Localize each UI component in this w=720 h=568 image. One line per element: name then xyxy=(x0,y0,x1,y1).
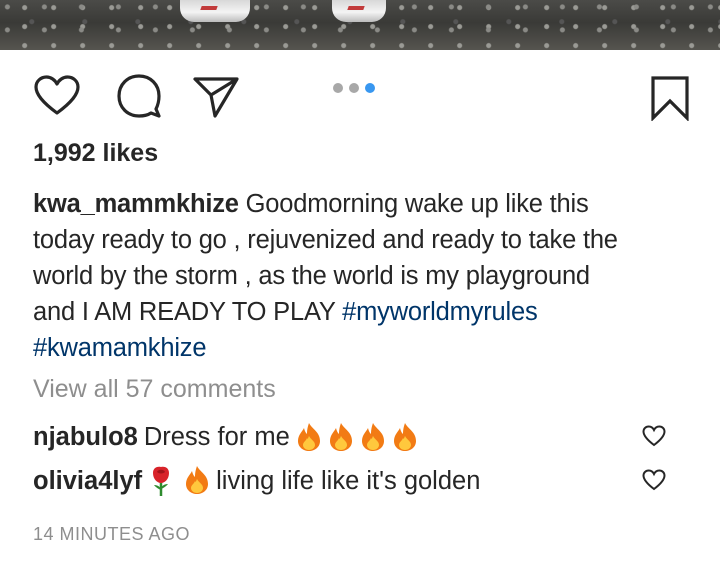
heart-outline-icon xyxy=(642,425,666,447)
comment-like-button[interactable] xyxy=(642,425,666,454)
post-action-bar xyxy=(0,68,720,124)
left-sneaker xyxy=(180,0,250,22)
hashtag-link[interactable]: #myworldmyrules xyxy=(342,298,538,326)
post-caption: kwa_mammkhize Goodmorning wake up like t… xyxy=(33,186,693,366)
hashtag-link[interactable]: #kwamamkhize xyxy=(33,334,207,362)
comment-username[interactable]: njabulo8 xyxy=(33,423,138,452)
fire-emoji-icon xyxy=(297,423,320,451)
caption-line: today ready to go , rejuvenized and read… xyxy=(33,226,618,254)
comment-emojis xyxy=(148,465,212,497)
caption-line: kwa_mammkhize Goodmorning wake up like t… xyxy=(33,186,693,222)
heart-icon xyxy=(34,75,80,115)
caption-line: and I AM READY TO PLAY #myworldmyrules xyxy=(33,294,693,330)
comment-emojis xyxy=(296,422,420,452)
like-button[interactable] xyxy=(33,72,81,120)
heart-outline-icon xyxy=(642,469,666,491)
likes-count[interactable]: 1,992 likes xyxy=(33,139,158,168)
post-timestamp: 14 MINUTES AGO xyxy=(33,524,191,544)
fire-emoji-icon xyxy=(361,423,384,451)
caption-line: world by the storm , as the world is my … xyxy=(33,262,590,290)
comment-row: olivia4lyf living life like it's golden xyxy=(33,461,693,501)
save-button[interactable] xyxy=(646,74,694,122)
carousel-dot xyxy=(349,83,359,93)
comment-text: living life like it's golden xyxy=(216,466,481,495)
paper-plane-icon xyxy=(193,77,239,118)
right-sneaker xyxy=(332,0,386,22)
comment-button[interactable] xyxy=(115,72,163,120)
bookmark-icon xyxy=(651,76,689,121)
post-photo[interactable] xyxy=(0,0,720,50)
rose-emoji-icon xyxy=(153,466,170,496)
share-button[interactable] xyxy=(192,72,240,120)
caption-line: #kwamamkhize xyxy=(33,330,693,366)
fire-emoji-icon xyxy=(393,423,416,451)
caption-text: and I AM READY TO PLAY xyxy=(33,298,343,326)
comment-like-button[interactable] xyxy=(642,469,666,498)
comment-bubble-icon xyxy=(117,74,161,118)
comment-text: Dress for me xyxy=(143,422,290,451)
carousel-indicator xyxy=(333,83,375,93)
caption-username[interactable]: kwa_mammkhize xyxy=(33,190,239,218)
caption-text: Goodmorning wake up like this xyxy=(245,190,589,218)
view-all-comments-link[interactable]: View all 57 comments xyxy=(33,375,276,404)
fire-emoji-icon xyxy=(329,423,352,451)
carousel-dot xyxy=(333,83,343,93)
comment-username[interactable]: olivia4lyf xyxy=(33,467,142,496)
carousel-dot-active xyxy=(365,83,375,93)
fire-emoji-icon xyxy=(186,466,209,494)
comment-row: njabulo8 Dress for me xyxy=(33,417,693,457)
